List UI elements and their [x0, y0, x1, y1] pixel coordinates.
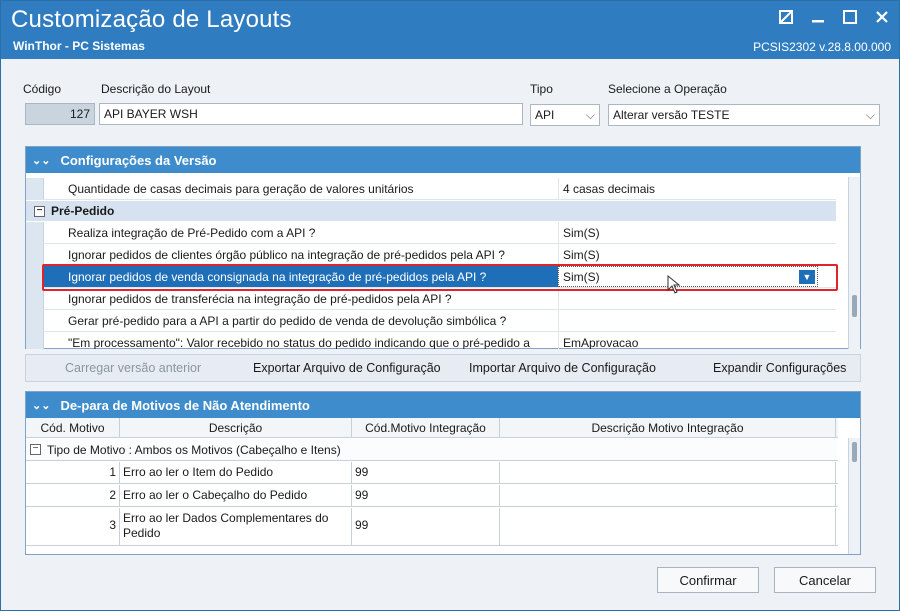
- group-row[interactable]: − Tipo de Motivo : Ambos os Motivos (Cab…: [26, 439, 838, 461]
- column-header[interactable]: Descrição: [120, 418, 352, 437]
- cancelar-button[interactable]: Cancelar: [774, 567, 876, 593]
- minimize-icon[interactable]: [807, 7, 829, 27]
- operacao-select[interactable]: Alterar versão TESTE ⌵: [608, 104, 880, 126]
- chevron-down-icon: ⌵: [865, 108, 875, 122]
- config-row-label: Ignorar pedidos de transferécia na integ…: [68, 291, 452, 306]
- desc-integracao-cell[interactable]: [500, 508, 836, 545]
- codigo-field: 127: [25, 103, 95, 125]
- title-bar: Customização de Layouts WinThor - PC Sis…: [1, 1, 899, 59]
- config-row[interactable]: Realiza integração de Pré-Pedido com a A…: [26, 222, 836, 244]
- depara-table-header: Cód. Motivo Descrição Cód.Motivo Integra…: [26, 418, 838, 438]
- descricao-cell: Erro ao ler Dados Complementares do Pedi…: [120, 508, 352, 545]
- config-panel-title: Configurações da Versão: [60, 152, 217, 168]
- section-pre-pedido[interactable]: − Pré-Pedido: [26, 201, 836, 221]
- operacao-value: Alterar versão TESTE: [613, 108, 730, 122]
- config-row-value: Sim(S): [558, 244, 818, 265]
- collapse-toggle-icon[interactable]: −: [30, 444, 41, 455]
- config-grid: Quantidade de casas decimais para geraçã…: [26, 177, 860, 349]
- operacao-label: Selecione a Operação: [608, 82, 727, 96]
- confirmar-button[interactable]: Confirmar: [657, 567, 759, 593]
- column-header[interactable]: Cód.Motivo Integração: [352, 418, 500, 437]
- descricao-label: Descrição do Layout: [101, 82, 211, 96]
- cod-motivo-cell: 3: [46, 508, 120, 545]
- config-row[interactable]: Quantidade de casas decimais para geraçã…: [26, 178, 836, 200]
- desc-integracao-cell[interactable]: [500, 485, 836, 506]
- depara-panel: ⌄⌄ De-para de Motivos de Não Atendimento…: [25, 391, 861, 555]
- config-row[interactable]: Ignorar pedidos de clientes órgão públic…: [26, 244, 836, 266]
- tipo-label: Tipo: [530, 82, 553, 96]
- restore-icon[interactable]: [775, 7, 797, 27]
- cod-integracao-cell[interactable]: 99: [352, 508, 500, 545]
- config-row-value: 4 casas decimais: [558, 178, 818, 199]
- table-row[interactable]: 2 Erro ao ler o Cabeçalho do Pedido 99: [26, 485, 838, 507]
- table-row[interactable]: 3 Erro ao ler Dados Complementares do Pe…: [26, 508, 838, 546]
- codigo-label: Código: [23, 82, 62, 96]
- config-panel-header[interactable]: ⌄⌄ Configurações da Versão: [26, 147, 860, 173]
- config-row-label: Quantidade de casas decimais para geraçã…: [68, 181, 414, 196]
- highlight-box: [42, 264, 838, 291]
- scrollbar-thumb[interactable]: [852, 295, 857, 317]
- config-row[interactable]: Ignorar pedidos de transferécia na integ…: [26, 288, 836, 310]
- expandir-button[interactable]: Expandir Configurações: [713, 361, 846, 375]
- config-row[interactable]: Gerar pré-pedido para a API a partir do …: [26, 310, 836, 332]
- mouse-cursor-icon: [667, 275, 681, 294]
- window-controls: [775, 7, 893, 27]
- column-header[interactable]: Descrição Motivo Integração: [500, 418, 836, 437]
- importar-button[interactable]: Importar Arquivo de Configuração: [469, 361, 656, 375]
- cod-integracao-cell[interactable]: 99: [352, 485, 500, 506]
- config-panel: ⌄⌄ Configurações da Versão Quantidade de…: [25, 146, 861, 349]
- descricao-cell: Erro ao ler o Cabeçalho do Pedido: [120, 485, 352, 506]
- tipo-value: API: [535, 108, 555, 122]
- maximize-icon[interactable]: [839, 7, 861, 27]
- cod-motivo-cell: 2: [46, 485, 120, 506]
- config-row-value: EmAprovacao: [558, 332, 818, 349]
- app-window: Customização de Layouts WinThor - PC Sis…: [0, 0, 900, 611]
- depara-panel-title: De-para de Motivos de Não Atendimento: [60, 397, 310, 413]
- column-header[interactable]: Cód. Motivo: [26, 418, 120, 437]
- window-title: Customização de Layouts: [11, 6, 292, 33]
- descricao-input[interactable]: API BAYER WSH: [99, 103, 523, 125]
- tipo-select[interactable]: API ⌵: [530, 104, 600, 126]
- config-row-value: Sim(S): [558, 222, 818, 243]
- depara-scrollbar[interactable]: [848, 438, 860, 554]
- window-subtitle: WinThor - PC Sistemas: [13, 39, 145, 53]
- config-scrollbar[interactable]: [848, 177, 860, 349]
- cod-motivo-cell: 1: [46, 462, 120, 483]
- desc-integracao-cell[interactable]: [500, 462, 836, 483]
- depara-panel-header[interactable]: ⌄⌄ De-para de Motivos de Não Atendimento: [26, 392, 860, 418]
- section-title: Pré-Pedido: [51, 204, 115, 218]
- chevron-down-icon: ⌵: [585, 108, 595, 122]
- carregar-versao-button[interactable]: Carregar versão anterior: [65, 361, 201, 375]
- table-row[interactable]: 1 Erro ao ler o Item do Pedido 99: [26, 462, 838, 484]
- group-label: Tipo de Motivo : Ambos os Motivos (Cabeç…: [47, 442, 341, 457]
- config-row[interactable]: "Em processamento": Valor recebido no st…: [26, 332, 836, 349]
- version-label: PCSIS2302 v.28.8.00.000: [753, 40, 891, 54]
- config-row-value: [558, 310, 818, 331]
- config-row-label: "Em processamento": Valor recebido no st…: [68, 335, 530, 350]
- config-row-label: Realiza integração de Pré-Pedido com a A…: [68, 225, 316, 240]
- config-row-label: Ignorar pedidos de clientes órgão públic…: [68, 247, 505, 262]
- exportar-button[interactable]: Exportar Arquivo de Configuração: [253, 361, 441, 375]
- collapse-toggle-icon[interactable]: −: [34, 205, 45, 217]
- collapse-icon[interactable]: ⌄⌄: [32, 399, 50, 412]
- collapse-icon[interactable]: ⌄⌄: [32, 154, 50, 167]
- scrollbar-thumb[interactable]: [852, 442, 857, 462]
- config-row-label: Gerar pré-pedido para a API a partir do …: [68, 313, 507, 328]
- cod-integracao-cell[interactable]: 99: [352, 462, 500, 483]
- close-icon[interactable]: [871, 7, 893, 27]
- descricao-cell: Erro ao ler o Item do Pedido: [120, 462, 352, 483]
- config-row-value: [558, 288, 818, 309]
